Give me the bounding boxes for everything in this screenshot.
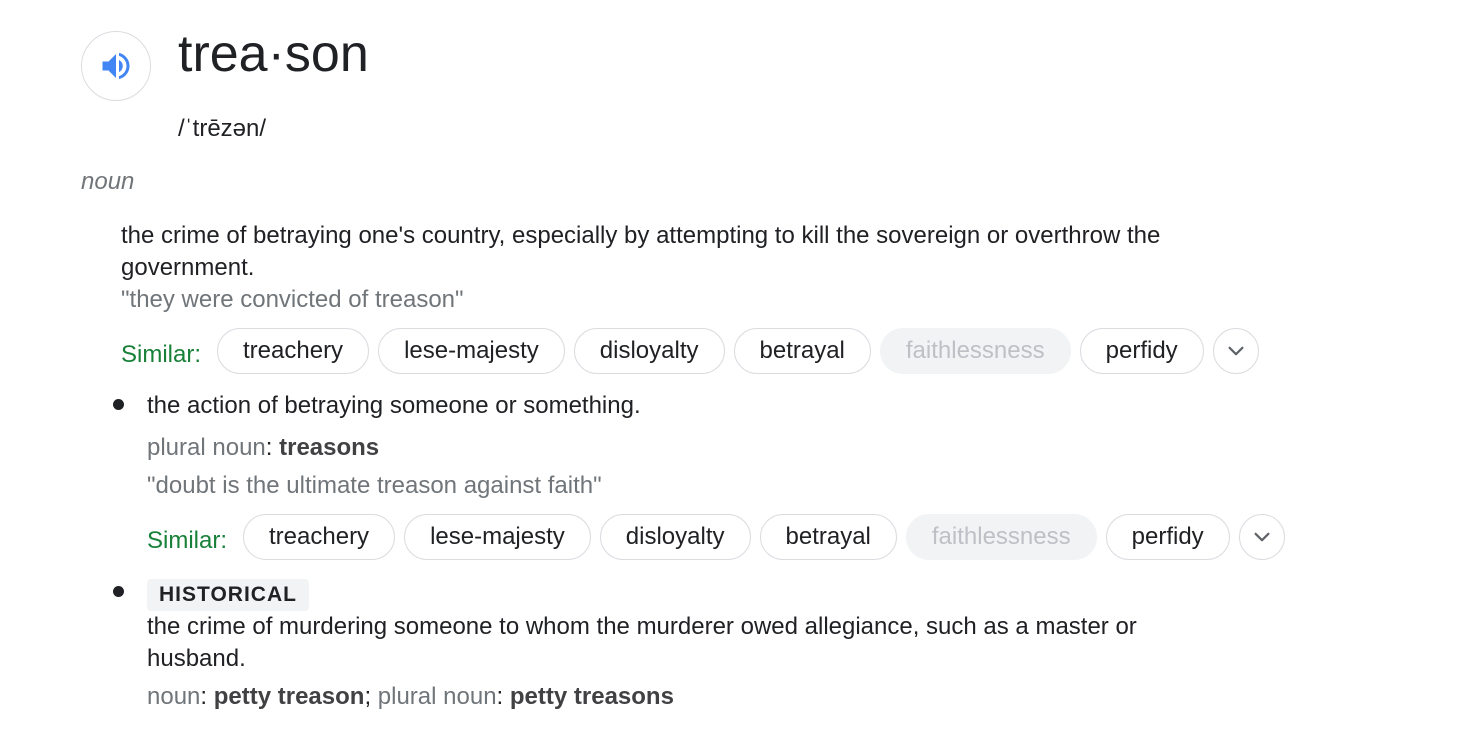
headword: trea·son <box>178 25 369 83</box>
grammar-note: noun: petty treason; plural noun: petty … <box>147 683 674 710</box>
bullet-marker <box>113 399 124 410</box>
similar-chip[interactable]: treachery <box>243 514 396 560</box>
sense-1: the crime of betraying one's country, es… <box>121 220 1160 316</box>
expand-similar-button[interactable] <box>1238 514 1285 560</box>
grammar-value: treasons <box>279 434 380 461</box>
example-sentence: "they were convicted of treason" <box>121 286 464 313</box>
usage-tag: HISTORICAL <box>147 579 309 611</box>
similar-chip[interactable]: lese-majesty <box>378 328 565 374</box>
similar-label: Similar: <box>147 527 228 554</box>
grammar-value: petty treason <box>213 683 365 710</box>
grammar-note: plural noun: treasons <box>147 432 641 464</box>
similar-label: Similar: <box>121 341 202 368</box>
chevron-down-icon <box>1228 346 1244 356</box>
similar-chip[interactable]: disloyalty <box>599 514 751 560</box>
example-sentence: "doubt is the ultimate treason against f… <box>147 472 602 499</box>
similar-chip[interactable]: betrayal <box>759 514 897 560</box>
grammar-value: petty treasons <box>509 683 674 710</box>
phonetic-spelling: /ˈtrēzən/ <box>178 115 267 142</box>
similar-chip[interactable]: perfidy <box>1079 328 1204 374</box>
similar-words-row: Similar: treachery lese-majesty disloyal… <box>121 327 1259 375</box>
definition-line: government. <box>121 254 255 281</box>
part-of-speech: noun <box>81 168 135 195</box>
pronunciation-button[interactable] <box>81 31 151 101</box>
similar-chip: faithlessness <box>879 328 1071 374</box>
similar-words-row: Similar: treachery lese-majesty disloyal… <box>147 513 1285 561</box>
grammar-label: plural noun <box>377 683 497 710</box>
similar-chip[interactable]: treachery <box>217 328 370 374</box>
bullet-marker <box>113 586 124 597</box>
definition-line: the crime of betraying one's country, es… <box>121 222 1161 249</box>
grammar-separator: : <box>265 434 273 461</box>
definition-line: the action of betraying someone or somet… <box>147 392 641 419</box>
sense-2: the action of betraying someone or somet… <box>147 390 641 502</box>
grammar-label: plural noun <box>147 434 266 461</box>
similar-chip[interactable]: betrayal <box>733 328 871 374</box>
similar-chip[interactable]: lese-majesty <box>404 514 591 560</box>
expand-similar-button[interactable] <box>1212 328 1259 374</box>
similar-chip[interactable]: perfidy <box>1105 514 1230 560</box>
similar-chip[interactable]: disloyalty <box>573 328 725 374</box>
grammar-label: noun <box>147 683 201 710</box>
definition-line: husband. <box>147 645 246 672</box>
similar-chip: faithlessness <box>905 514 1097 560</box>
chevron-down-icon <box>1254 532 1270 542</box>
speaker-icon <box>102 52 130 80</box>
definition-line: the crime of murdering someone to whom t… <box>147 613 1137 640</box>
sense-3: HISTORICAL the crime of murdering someon… <box>147 578 1137 713</box>
